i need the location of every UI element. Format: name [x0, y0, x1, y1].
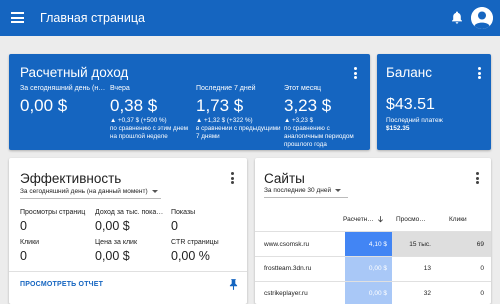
- revenue-today-label: За сегодняшний день (н…: [20, 85, 106, 92]
- site-name: www.csomsk.ru: [264, 241, 310, 248]
- revenue-yesterday-note: по сравнению с этим днем на прошлой неде…: [110, 125, 189, 140]
- revenue-month-delta: ▲ +3,23 $: [284, 117, 314, 124]
- card-divider: [9, 271, 247, 272]
- performance-card: Эффективность За сегодняшний день (на да…: [9, 158, 247, 304]
- site-name: frostteam.3dn.ru: [264, 265, 312, 272]
- site-name: cstrikeplayer.ru: [264, 290, 308, 297]
- app-bar: Главная страница: [0, 0, 500, 36]
- pin-icon[interactable]: [229, 279, 238, 290]
- metric-pageviews-value: 0: [20, 219, 27, 233]
- metric-cpc-label: Цена за клик: [95, 239, 138, 246]
- sort-arrow-down-icon: [377, 216, 383, 223]
- performance-period-dropdown[interactable]: За сегодняшний день (на данный момент): [20, 188, 158, 195]
- clicks-cell: 69: [439, 232, 491, 256]
- revenue-value: 4,10 $: [368, 241, 387, 248]
- balance-card: Баланс $43.51 Последний платеж $152.35: [377, 54, 491, 150]
- revenue-cell: 4,10 $: [345, 232, 392, 256]
- table-row[interactable]: www.csomsk.ru 4,10 $ 15 тыс. 69: [255, 232, 491, 256]
- revenue-7days-note: в сравнении с предыдущими 7 днями: [196, 125, 281, 140]
- metric-cpc-value: 0,00 $: [95, 249, 130, 263]
- last-payment-label: Последний платеж: [386, 117, 443, 124]
- dropdown-underline: [264, 197, 348, 198]
- metric-pageviews-label: Просмотры страниц: [20, 209, 86, 216]
- clicks-value: 69: [476, 241, 484, 248]
- account-avatar[interactable]: [471, 7, 493, 29]
- table-row[interactable]: cstrikeplayer.ru 0,00 $ 32 0: [255, 282, 491, 304]
- col-header-views[interactable]: Просмо…: [396, 216, 426, 223]
- balance-more-icon[interactable]: [478, 67, 482, 79]
- menu-icon[interactable]: [11, 12, 24, 23]
- revenue-cell: 0,00 $: [345, 257, 392, 281]
- notifications-bell-icon[interactable]: [451, 11, 463, 24]
- sites-period-value: За последние 30 дней: [264, 187, 332, 194]
- sites-period-dropdown[interactable]: За последние 30 дней: [264, 187, 342, 194]
- performance-period-value: За сегодняшний день (на данный момент): [20, 188, 148, 195]
- views-value: 15 тыс.: [409, 241, 431, 248]
- page-title: Главная страница: [40, 11, 145, 25]
- metric-impressions-label: Показы: [171, 209, 196, 216]
- metric-impressions-value: 0: [171, 219, 178, 233]
- revenue-yesterday-delta: ▲ +0,37 $ (+500 %): [110, 117, 167, 124]
- views-value: 32: [423, 290, 431, 297]
- revenue-month-label: Этот месяц: [284, 85, 322, 92]
- revenue-month-note: по сравнению с аналогичным периодом прош…: [284, 125, 354, 148]
- last-payment-value: $152.35: [386, 125, 410, 132]
- sites-more-icon[interactable]: [476, 172, 480, 184]
- estimated-revenue-card: Расчетный доход За сегодняшний день (н… …: [9, 54, 370, 150]
- col-header-revenue[interactable]: Расчетн…: [343, 216, 383, 223]
- sites-card-title: Сайты: [264, 171, 305, 186]
- table-row[interactable]: frostteam.3dn.ru 0,00 $ 13 0: [255, 257, 491, 281]
- revenue-value: 0,00 $: [368, 290, 387, 297]
- revenue-7days-delta: ▲ +1,32 $ (+322 %): [196, 117, 253, 124]
- revenue-today-value: 0,00 $: [20, 96, 68, 115]
- view-report-link[interactable]: ПРОСМОТРЕТЬ ОТЧЕТ: [20, 281, 103, 288]
- revenue-yesterday-value: 0,38 $: [110, 96, 158, 115]
- metric-ctr-value: 0,00 %: [171, 249, 210, 263]
- views-cell: 15 тыс.: [392, 232, 439, 256]
- sites-card: Сайты За последние 30 дней Расчетн… Прос…: [255, 158, 491, 304]
- revenue-month-value: 3,23 $: [284, 96, 332, 115]
- chevron-down-icon: [335, 188, 342, 192]
- revenue-yesterday-label: Вчера: [110, 85, 130, 92]
- metric-rpm-label: Доход за тыс. пока…: [95, 209, 164, 216]
- performance-card-title: Эффективность: [20, 171, 122, 186]
- clicks-value: 0: [480, 290, 484, 297]
- chevron-down-icon: [151, 189, 158, 193]
- dropdown-underline: [20, 198, 161, 199]
- revenue-7days-label: Последние 7 дней: [196, 85, 256, 92]
- metric-clicks-value: 0: [20, 249, 27, 263]
- metric-rpm-value: 0,00 $: [95, 219, 130, 233]
- revenue-value: 0,00 $: [368, 265, 387, 272]
- revenue-7days-value: 1,73 $: [196, 96, 244, 115]
- metric-clicks-label: Клики: [20, 239, 40, 246]
- revenue-more-icon[interactable]: [354, 67, 358, 79]
- balance-value: $43.51: [386, 96, 435, 113]
- views-value: 13: [423, 265, 431, 272]
- metric-ctr-label: CTR страницы: [171, 239, 219, 246]
- col-header-clicks[interactable]: Клики: [449, 216, 467, 223]
- revenue-cell: 0,00 $: [345, 282, 392, 304]
- balance-card-title: Баланс: [386, 65, 432, 80]
- revenue-card-title: Расчетный доход: [20, 65, 129, 80]
- clicks-value: 0: [480, 265, 484, 272]
- performance-more-icon[interactable]: [231, 172, 235, 184]
